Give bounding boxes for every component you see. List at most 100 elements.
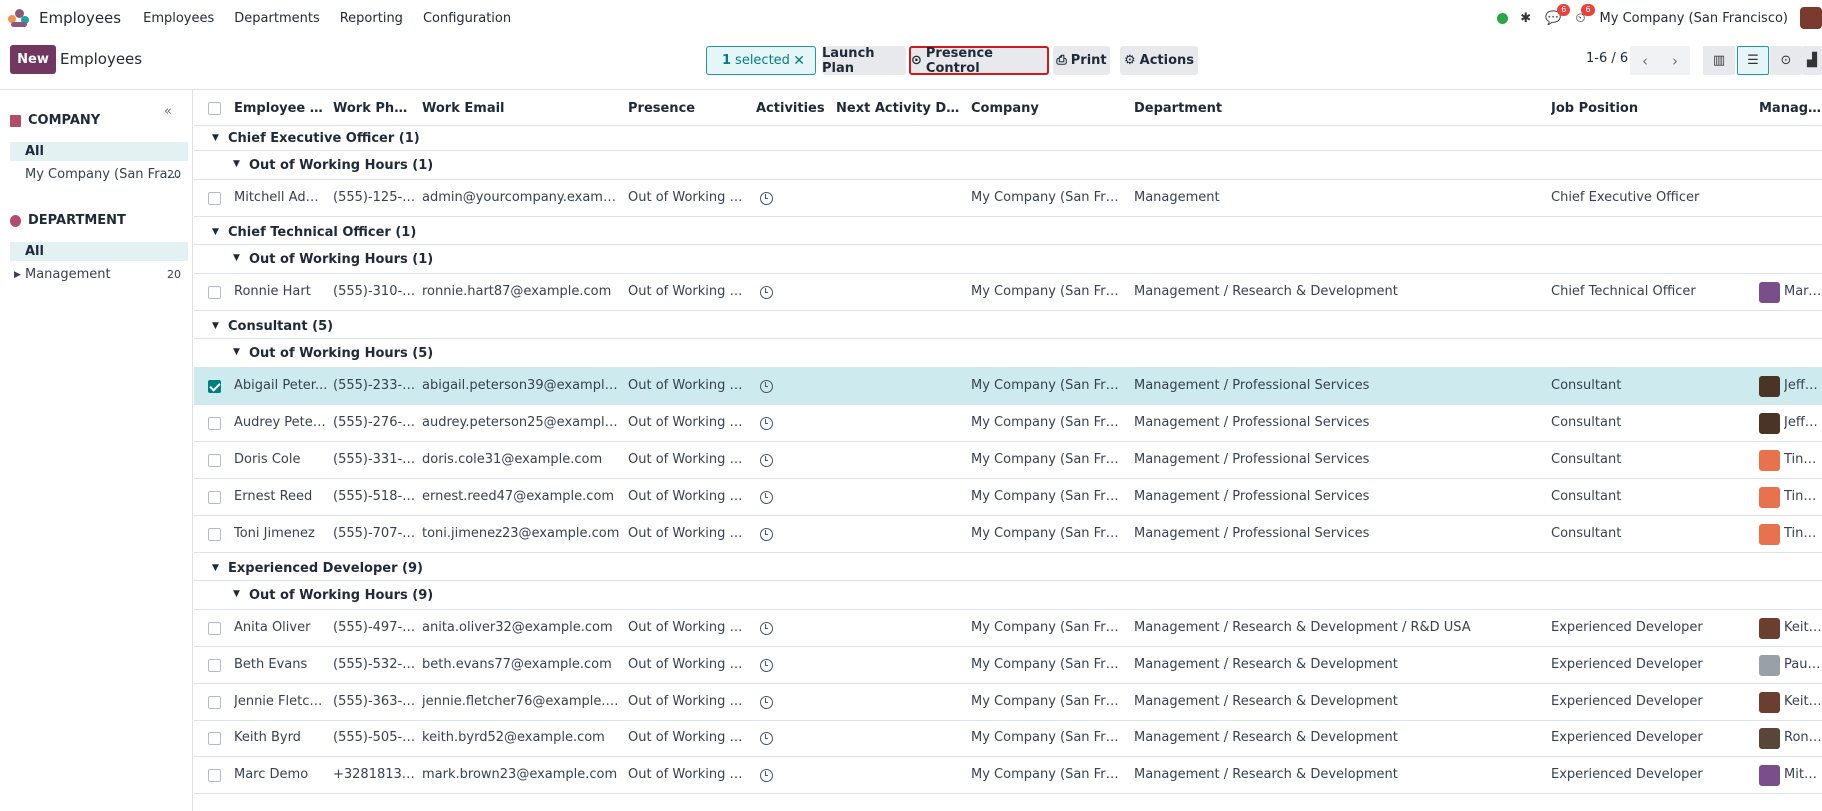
kanban-view-icon[interactable]: ▥ xyxy=(1703,46,1735,75)
job-position: Experienced Developer xyxy=(1551,657,1703,672)
user-avatar[interactable] xyxy=(1800,7,1822,29)
table-row[interactable]: Marc Demo +3281813700 mark.brown23@example… xyxy=(194,757,1822,794)
table-row[interactable]: Anita Oliver (555)-497-4... anita.oliver32… xyxy=(194,610,1822,647)
group-header[interactable]: ▼ Chief Technical Officer (1) xyxy=(194,220,1822,245)
header-job-position[interactable]: Job Position xyxy=(1551,101,1671,116)
department-filter-management[interactable]: ▶ Management 20 xyxy=(10,265,188,284)
pager-previous-icon[interactable]: ‹ xyxy=(1630,46,1660,75)
header-activities[interactable]: Activities xyxy=(756,101,826,116)
company-switcher[interactable]: My Company (San Francisco) xyxy=(1600,11,1788,26)
table-row[interactable]: Beth Evans (555)-532-3... beth.evans77@exa… xyxy=(194,647,1822,684)
activity-clock-icon[interactable] xyxy=(760,659,773,672)
pager-next-icon[interactable]: › xyxy=(1660,46,1690,75)
row-checkbox[interactable] xyxy=(208,528,221,541)
header-work-email[interactable]: Work Email xyxy=(422,101,522,116)
list-view-icon[interactable]: ☰ xyxy=(1737,46,1769,75)
clock-icon: ⊙ xyxy=(911,53,922,68)
group-subheader[interactable]: ▼ Out of Working Hours (5) xyxy=(194,339,1822,368)
caret-right-icon[interactable]: ▶ xyxy=(14,270,21,280)
activity-clock-icon[interactable] xyxy=(760,286,773,299)
group-header[interactable]: ▼ Chief Executive Officer (1) xyxy=(194,126,1822,151)
messages-icon[interactable]: 💬 6 xyxy=(1545,3,1571,26)
manager-avatar xyxy=(1759,487,1780,508)
row-checkbox[interactable] xyxy=(208,696,221,709)
activity-clock-icon[interactable] xyxy=(760,380,773,393)
activity-clock-icon[interactable] xyxy=(760,528,773,541)
presence-status: Out of Working H... xyxy=(628,767,748,782)
employee-name: Doris Cole xyxy=(234,452,301,467)
table-row[interactable]: Keith Byrd (555)-505-5... keith.byrd52@exa… xyxy=(194,720,1822,757)
activities-icon[interactable]: ⏲ 6 xyxy=(1575,3,1595,26)
launch-plan-button[interactable]: Launch Plan xyxy=(822,46,906,76)
activity-clock-icon[interactable] xyxy=(760,622,773,635)
collapse-panel-icon[interactable]: « xyxy=(164,104,172,119)
header-next-activity-deadline[interactable]: Next Activity Dead... xyxy=(836,101,962,116)
group-subheader[interactable]: ▼ Out of Working Hours (9) xyxy=(194,581,1822,610)
menu-employees[interactable]: Employees xyxy=(133,11,224,26)
table-row[interactable]: Doris Cole (555)-331-5... doris.cole31@exa… xyxy=(194,442,1822,479)
activity-clock-icon[interactable] xyxy=(760,696,773,709)
row-checkbox[interactable] xyxy=(208,732,221,745)
presence-control-button[interactable]: ⊙ Presence Control xyxy=(909,46,1049,76)
graph-view-icon[interactable]: ▟ xyxy=(1802,46,1822,75)
header-manager[interactable]: Manager xyxy=(1759,101,1822,116)
row-checkbox[interactable] xyxy=(208,192,221,205)
manager-avatar xyxy=(1759,765,1780,786)
table-row[interactable]: Ronnie Hart (555)-310-7... ronnie.hart87@e… xyxy=(194,274,1822,311)
row-checkbox[interactable] xyxy=(208,286,221,299)
work-phone: (555)-532-3... xyxy=(333,657,420,672)
table-row[interactable]: Toni Jimenez (555)-707-8... toni.jimenez23… xyxy=(194,516,1822,553)
work-phone: (555)-363-8... xyxy=(333,694,420,709)
department: Management / Research & Development xyxy=(1134,657,1398,672)
menu-departments[interactable]: Departments xyxy=(224,11,329,26)
row-checkbox[interactable] xyxy=(208,491,221,504)
group-subheader[interactable]: ▼ Out of Working Hours (1) xyxy=(194,151,1822,180)
app-logo-icon[interactable] xyxy=(8,9,30,27)
menu-reporting[interactable]: Reporting xyxy=(330,11,413,26)
activity-clock-icon[interactable] xyxy=(760,491,773,504)
table-row[interactable]: Jennie Fletcher (555)-363-8... jennie.flet… xyxy=(194,684,1822,721)
header-company[interactable]: Company xyxy=(971,101,1071,116)
row-checkbox[interactable] xyxy=(208,417,221,430)
company-filter-my-company[interactable]: My Company (San Fra... 20 xyxy=(10,165,188,184)
row-checkbox[interactable] xyxy=(208,659,221,672)
table-row[interactable]: Mitchell Admin (555)-125-2... admin@yourco… xyxy=(194,180,1822,217)
new-button[interactable]: New xyxy=(10,45,56,74)
employee-name: Marc Demo xyxy=(234,767,309,782)
caret-down-icon: ▼ xyxy=(212,321,219,331)
menu-configuration[interactable]: Configuration xyxy=(413,11,521,26)
activity-clock-icon[interactable] xyxy=(760,417,773,430)
activity-clock-icon[interactable] xyxy=(760,454,773,467)
work-email: jennie.fletcher76@example.com xyxy=(422,694,622,709)
header-work-phone[interactable]: Work Phone xyxy=(333,101,413,116)
app-name[interactable]: Employees xyxy=(39,9,121,27)
row-checkbox[interactable] xyxy=(208,380,221,393)
debug-icon[interactable]: ✱ xyxy=(1520,11,1531,26)
activity-view-icon[interactable]: ⊙ xyxy=(1770,46,1802,75)
actions-button[interactable]: ⚙ Actions xyxy=(1120,46,1198,75)
row-checkbox[interactable] xyxy=(208,769,221,782)
table-row[interactable]: Ernest Reed (555)-518-8... ernest.reed47@e… xyxy=(194,479,1822,516)
activity-clock-icon[interactable] xyxy=(760,192,773,205)
header-department[interactable]: Department xyxy=(1134,101,1234,116)
activity-clock-icon[interactable] xyxy=(760,732,773,745)
department-filter-all[interactable]: All xyxy=(10,242,188,261)
activity-clock-icon[interactable] xyxy=(760,769,773,782)
company-filter-all[interactable]: All xyxy=(10,142,188,161)
employee-list: Employee Na... Work Phone Work Email Pre… xyxy=(194,90,1822,811)
pager-value[interactable]: 1-6 / 6 xyxy=(1586,51,1628,66)
header-employee-name[interactable]: Employee Na... xyxy=(234,101,329,116)
group-header[interactable]: ▼ Experienced Developer (9) xyxy=(194,556,1822,581)
header-presence[interactable]: Presence xyxy=(628,101,718,116)
row-checkbox[interactable] xyxy=(208,622,221,635)
table-row[interactable]: Abigail Peter... (555)-233-3... abigail.pe… xyxy=(194,368,1822,405)
group-label: Experienced Developer (9) xyxy=(228,561,423,576)
group-header[interactable]: ▼ Consultant (5) xyxy=(194,314,1822,339)
unselect-icon[interactable]: ✕ xyxy=(793,53,805,69)
table-row[interactable]: Audrey Peter... (555)-276-7... audrey.pete… xyxy=(194,405,1822,442)
select-all-checkbox[interactable] xyxy=(208,102,221,115)
group-subheader[interactable]: ▼ Out of Working Hours (1) xyxy=(194,245,1822,274)
row-checkbox[interactable] xyxy=(208,454,221,467)
employee-name: Ernest Reed xyxy=(234,489,313,504)
print-button[interactable]: ⎙ Print xyxy=(1053,46,1110,75)
